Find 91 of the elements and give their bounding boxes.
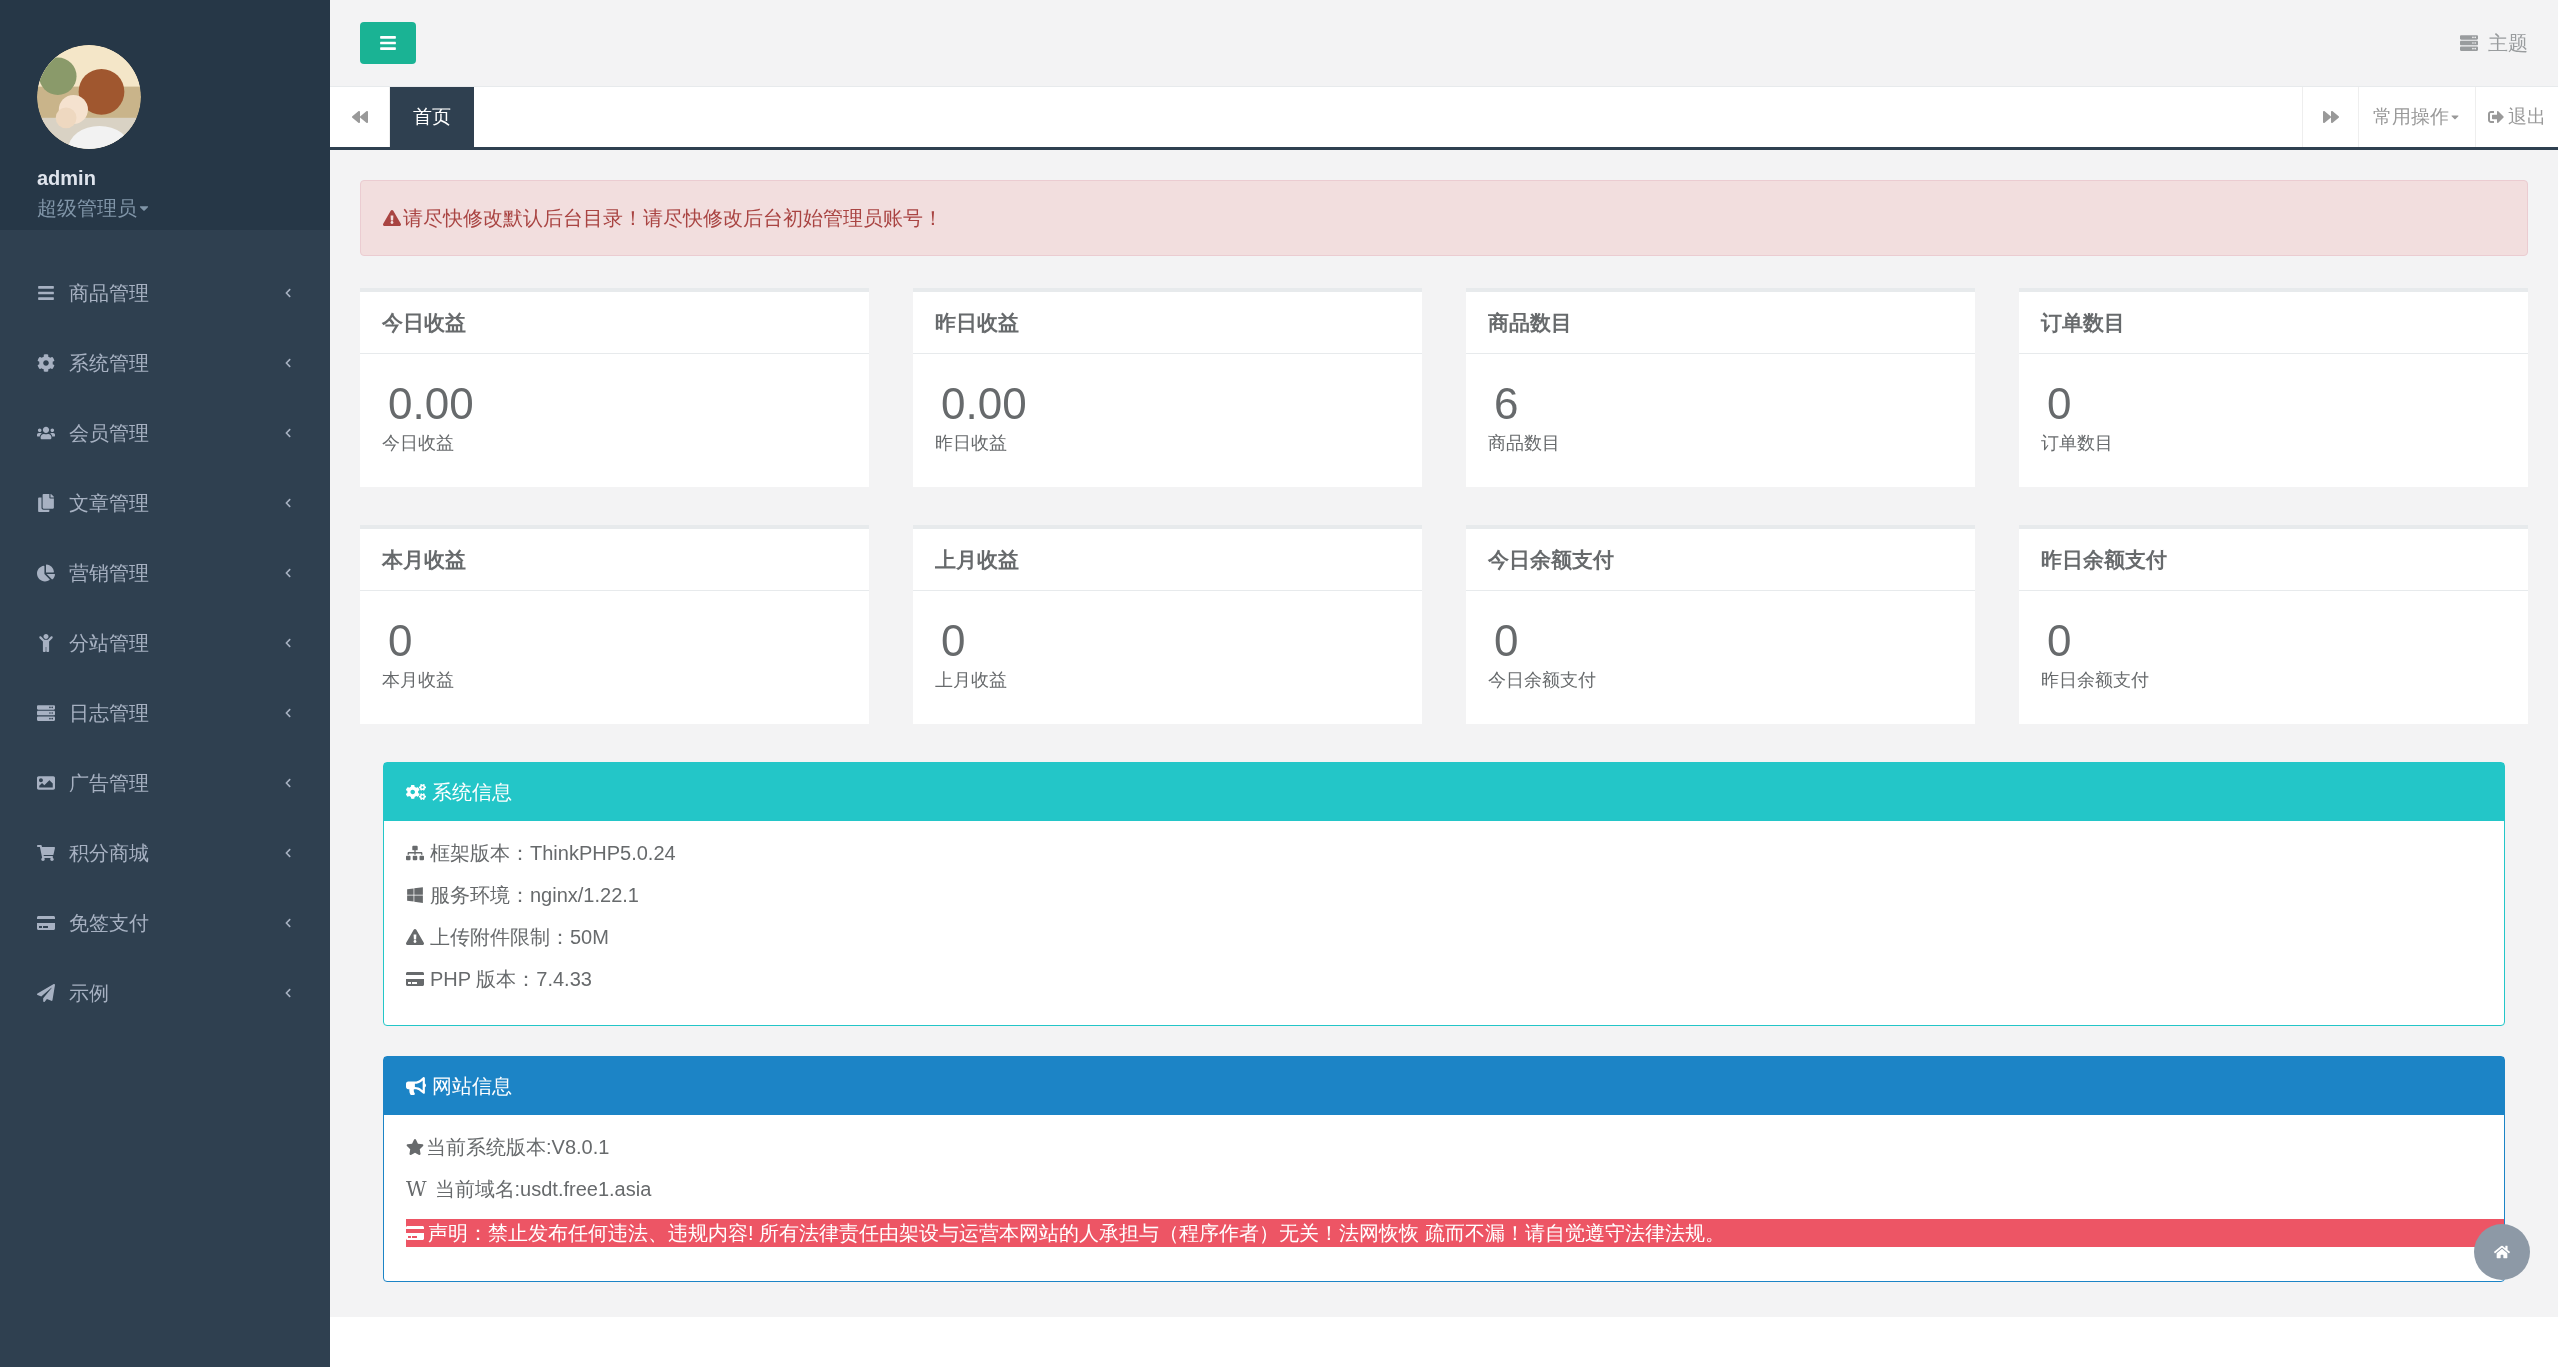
card-title: 昨日收益 [935,309,1019,336]
card-icon [406,970,424,988]
logout-icon [2488,109,2504,125]
stat-label: 今日余额支付 [1488,669,1597,692]
copy-icon [37,494,55,512]
sidebar-item[interactable]: 营销管理 [0,538,330,608]
info-text: 上传附件限制：50M [430,925,609,949]
home-button[interactable] [2474,1224,2530,1280]
card-title: 订单数目 [2041,309,2125,336]
stat-value: 0 [388,617,414,665]
pie-chart-icon [37,564,55,582]
card-title: 昨日余额支付 [2041,546,2167,573]
stat-value: 0.00 [388,380,475,428]
alert-text: 请尽快修改默认后台目录！请尽快修改后台初始管理员账号！ [403,206,943,231]
server-icon [2460,34,2478,52]
gear-icon [37,354,55,372]
chevron-icon [283,498,293,508]
star-icon [406,1138,424,1156]
stat-label: 上月收益 [935,669,1008,692]
sidebar-item[interactable]: 免签支付 [0,888,330,958]
card-title: 商品数目 [1488,309,1572,336]
card-title: 上月收益 [935,546,1019,573]
panel-title: 网站信息 [432,1074,512,1099]
theme-button[interactable]: 主题 [2460,28,2528,58]
chevron-icon [283,358,293,368]
logout-button[interactable]: 退出 [2475,87,2558,147]
person-icon [37,634,55,652]
page-tab[interactable]: 首页 [390,87,474,147]
actions-dropdown[interactable]: 常用操作 [2358,87,2475,147]
panel-title: 系统信息 [432,780,512,805]
card-icon [37,914,55,932]
sidebar-item[interactable]: 系统管理 [0,328,330,398]
chevron-icon [283,988,293,998]
gears-icon [406,782,426,802]
chevron-icon [283,848,293,858]
users-icon [37,424,55,442]
chevron-icon [283,778,293,788]
info-text: 当前系统版本:V8.0.1 [426,1135,610,1159]
info-text: PHP 版本：7.4.33 [430,967,592,991]
fast-forward-icon [2322,109,2339,125]
paper-plane-icon [37,984,55,1002]
info-text: 当前域名:usdt.free1.asia [434,1177,652,1201]
card-title: 本月收益 [382,546,466,573]
chevron-icon [283,288,293,298]
sidebar-item[interactable]: 示例 [0,958,330,1028]
card-title: 今日余额支付 [1488,546,1614,573]
sidebar-item[interactable]: 积分商城 [0,818,330,888]
warning-icon [383,209,401,227]
sidebar-item[interactable]: 文章管理 [0,468,330,538]
home-icon [2494,1244,2510,1260]
stat-value: 0 [2047,617,2073,665]
stat-value: 0 [941,617,967,665]
cart-icon [37,844,55,862]
sidebar-item[interactable]: 分站管理 [0,608,330,678]
stat-value: 6 [1494,380,1520,428]
info-text: 框架版本：ThinkPHP5.0.24 [430,841,676,865]
stat-label: 昨日收益 [935,432,1008,455]
stat-label: 商品数目 [1488,432,1561,455]
card-icon [406,1224,424,1242]
image-icon [37,774,55,792]
server-icon [37,704,55,722]
menu-icon [379,34,397,52]
windows-icon [406,886,424,904]
chevron-icon [283,708,293,718]
disclaimer-text: 声明：禁止发布任何违法、违规内容! 所有法律责任由架设与运营本网站的人承担与（程序作者）无关！法网恢恢 疏而不漏！请自觉遵守法律法规。 [428,1221,1725,1246]
chevron-icon [283,918,293,928]
stat-value: 0 [1494,617,1520,665]
user-name: admin [37,166,97,191]
chevron-icon [283,638,293,648]
sidebar-item[interactable]: 广告管理 [0,748,330,818]
sidebar-item[interactable]: 会员管理 [0,398,330,468]
sidebar-item[interactable]: 商品管理 [0,258,330,328]
warning-icon [406,928,424,946]
stat-value: 0.00 [941,380,1028,428]
w-icon: W [406,1177,427,1201]
role-dropdown[interactable]: 超级管理员 [37,193,151,223]
menu-toggle-button[interactable] [360,22,416,64]
card-title: 今日收益 [382,309,466,336]
sidebar-item[interactable]: 日志管理 [0,678,330,748]
info-text: 服务环境：nginx/1.22.1 [430,883,639,907]
chevron-icon [283,568,293,578]
list-icon [37,284,55,302]
stat-value: 0 [2047,380,2073,428]
stat-label: 本月收益 [382,669,455,692]
megaphone-icon [406,1076,426,1096]
chevron-icon [283,428,293,438]
sitemap-icon [406,844,424,862]
rewind-icon [351,109,368,125]
stat-label: 订单数目 [2041,432,2114,455]
stat-label: 昨日余额支付 [2041,669,2150,692]
stat-label: 今日收益 [382,432,455,455]
